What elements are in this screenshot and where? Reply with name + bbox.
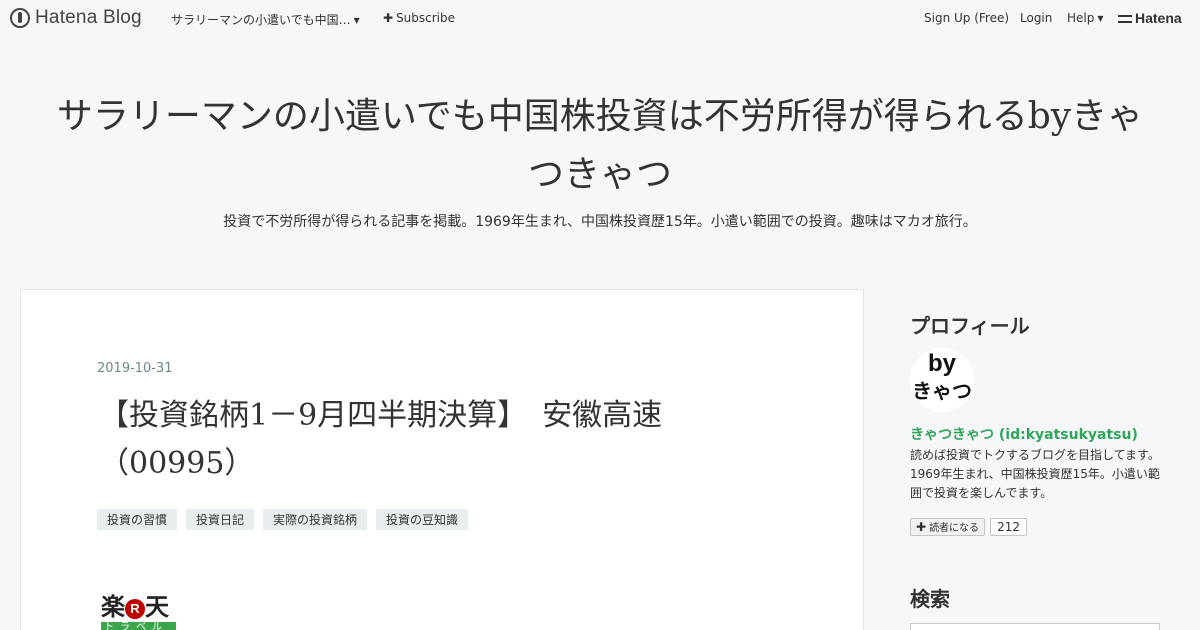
entry-tag[interactable]: 投資の習慣 xyxy=(97,509,178,530)
hatena-brand-link[interactable]: Hatena xyxy=(1118,10,1182,26)
hatena-brand-label: Hatena xyxy=(1135,10,1182,26)
avatar[interactable]: by きゃつ xyxy=(910,348,974,412)
profile-heading: プロフィール xyxy=(910,314,1030,338)
search-heading: 検索 xyxy=(910,587,950,611)
search-input[interactable] xyxy=(910,623,1160,630)
profile-description: 読めば投資でトクするブログを目指してます。1969年生まれ、中国株投資歴15年。… xyxy=(910,448,1160,500)
rakuten-travel-banner[interactable]: 楽R天 トラベル xyxy=(101,594,176,630)
avatar-text-line2: きゃつ xyxy=(912,381,972,403)
plus-icon: ✚ xyxy=(916,520,927,534)
rakuten-banner-top: 楽R天 xyxy=(101,594,176,620)
blog-title[interactable]: サラリーマンの小遣いでも中国株投資は不労所得が得られるbyきゃつきゃつ xyxy=(50,88,1150,204)
hatena-blog-logo-icon xyxy=(10,8,30,28)
entry-tag[interactable]: 実際の投資銘柄 xyxy=(263,509,368,530)
profile-name-link[interactable]: きゃつきゃつ (id:kyatsukyatsu) xyxy=(910,424,1138,444)
global-header: Hatena Blog サラリーマンの小遣いでも中国… ▼ ✚ Subscribe … xyxy=(0,0,1200,36)
help-dropdown[interactable]: Help ▼ xyxy=(1067,11,1104,25)
subscribe-label: Subscribe xyxy=(396,11,456,25)
caret-down-icon: ▼ xyxy=(1097,14,1104,23)
sidebar: プロフィール by きゃつ きゃつきゃつ (id:kyatsukyatsu) 読… xyxy=(892,289,1180,630)
entry-title[interactable]: 【投資銘柄1－9月四半期決算】 安徽高速（00995） xyxy=(99,392,739,488)
banner-char: 天 xyxy=(145,592,169,621)
entry-tag[interactable]: 投資の豆知識 xyxy=(376,509,469,530)
entry-tag[interactable]: 投資日記 xyxy=(186,509,255,530)
entry-date[interactable]: 2019-10-31 xyxy=(97,361,173,376)
become-reader-button[interactable]: ✚ 読者になる xyxy=(910,518,986,536)
login-link[interactable]: Login xyxy=(1020,11,1052,25)
plus-icon: ✚ xyxy=(383,11,394,25)
subscribe-button[interactable]: ✚ Subscribe xyxy=(383,11,455,25)
caret-down-icon: ▼ xyxy=(353,16,360,25)
hatena-brand-icon xyxy=(1118,15,1132,24)
become-reader-label: 読者になる xyxy=(929,523,980,534)
rakuten-banner-bottom: トラベル xyxy=(101,622,176,630)
banner-char: 楽 xyxy=(101,592,125,621)
avatar-text-line1: by xyxy=(927,350,956,377)
rakuten-r-icon: R xyxy=(125,598,145,619)
logo-text: Hatena Blog xyxy=(35,7,142,28)
article-card: 2019-10-31 【投資銘柄1－9月四半期決算】 安徽高速（00995） 投… xyxy=(20,289,864,630)
reader-count: 212 xyxy=(990,518,1027,536)
blog-description: 投資で不労所得が得られる記事を掲載。1969年生まれ、中国株投資歴15年。小遣い… xyxy=(223,214,977,230)
help-label: Help xyxy=(1067,11,1095,25)
blog-menu-label: サラリーマンの小遣いでも中国… xyxy=(171,13,351,27)
subscribe-reader-widget: ✚ 読者になる 212 xyxy=(910,518,1027,536)
entry-tags: 投資の習慣 投資日記 実際の投資銘柄 投資の豆知識 xyxy=(97,509,469,530)
hatena-blog-logo[interactable]: Hatena Blog xyxy=(10,7,142,29)
signup-link[interactable]: Sign Up (Free) xyxy=(924,11,1009,25)
blog-menu-dropdown[interactable]: サラリーマンの小遣いでも中国… ▼ xyxy=(171,11,360,28)
